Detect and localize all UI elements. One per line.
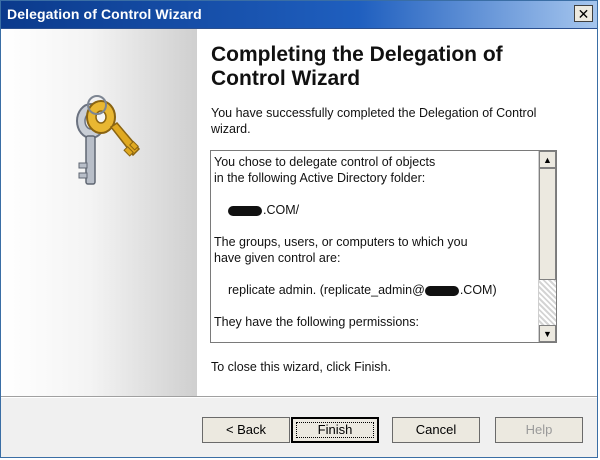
summary-line: You chose to delegate control of objects: [214, 155, 436, 169]
summary-line: in the following Active Directory folder…: [214, 171, 426, 185]
principal-prefix: replicate admin. (replicate_admin@: [228, 283, 425, 297]
scroll-up-button[interactable]: ▲: [539, 151, 556, 168]
finish-button[interactable]: Finish: [291, 417, 379, 443]
wizard-content: Completing the Delegation of Control Wiz…: [197, 29, 597, 396]
window-title: Delegation of Control Wizard: [7, 6, 202, 22]
summary-textbox[interactable]: You chose to delegate control of objects…: [210, 150, 557, 343]
chevron-up-icon: ▲: [543, 154, 552, 165]
scroll-thumb[interactable]: [539, 168, 556, 280]
footer-divider: [1, 396, 597, 398]
redacted-block: [424, 285, 459, 296]
intro-text: You have successfully completed the Dele…: [211, 106, 537, 136]
principal-suffix: .COM): [459, 283, 497, 297]
principal-line: replicate admin. (replicate_admin@ .COM): [214, 282, 534, 298]
scroll-down-button[interactable]: ▼: [539, 325, 556, 342]
help-button-label: Help: [525, 422, 553, 437]
close-icon: ✕: [577, 5, 590, 22]
summary-line: The groups, users, or computers to which…: [214, 235, 468, 249]
wizard-window: Delegation of Control Wizard ✕ Completin…: [0, 0, 598, 458]
vertical-scrollbar[interactable]: ▲ ▼: [538, 151, 556, 342]
focus-rectangle: [296, 422, 374, 438]
help-button[interactable]: Help: [495, 417, 583, 443]
summary-text: You chose to delegate control of objects…: [214, 154, 534, 330]
summary-line: have given control are:: [214, 251, 341, 265]
cancel-button-label: Cancel: [415, 422, 457, 437]
folder-suffix: .COM/: [263, 203, 300, 217]
keys-icon: [76, 95, 141, 185]
folder-line: .COM/: [214, 202, 534, 218]
page-title: Completing the Delegation of Control Wiz…: [211, 43, 503, 90]
closing-text: To close this wizard, click Finish.: [211, 360, 391, 374]
summary-line: They have the following permissions:: [214, 315, 419, 329]
chevron-down-icon: ▼: [543, 328, 552, 339]
title-bar[interactable]: Delegation of Control Wizard ✕: [1, 1, 597, 29]
redacted-block: [228, 205, 262, 216]
wizard-side-panel: [1, 29, 197, 396]
close-button[interactable]: ✕: [574, 5, 593, 22]
back-button-label: < Back: [225, 422, 267, 437]
back-button[interactable]: < Back: [202, 417, 290, 443]
cancel-button[interactable]: Cancel: [392, 417, 480, 443]
